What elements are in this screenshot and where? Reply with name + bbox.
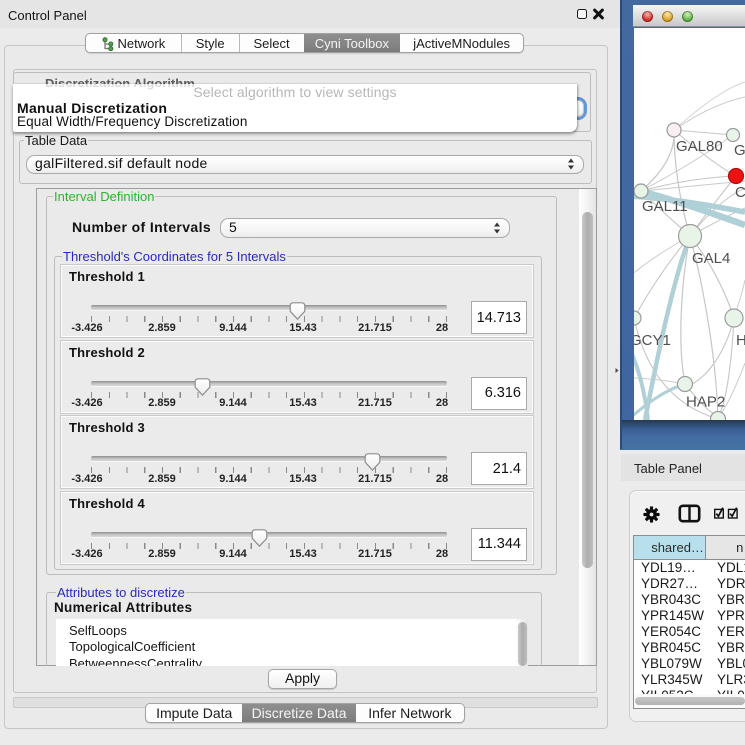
svg-text:GCY1: GCY1 [634,332,671,349]
svg-text:HAP2: HAP2 [686,394,725,411]
svg-text:GAL80: GAL80 [676,138,723,155]
svg-text:GAL11: GAL11 [642,198,688,215]
svg-text:C: C [735,184,745,201]
svg-text:GA: GA [734,142,745,159]
svg-text:GAL4: GAL4 [692,250,730,267]
svg-text:H: H [736,332,745,349]
